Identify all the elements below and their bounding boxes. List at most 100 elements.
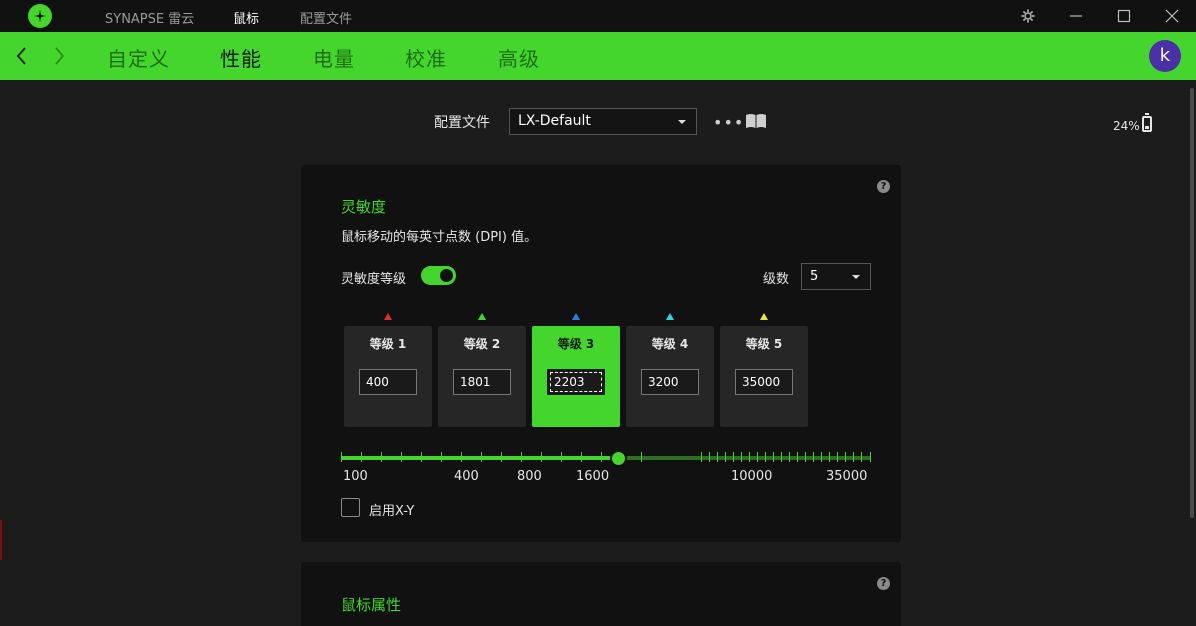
slider-tick bbox=[461, 452, 462, 462]
stage-card-4[interactable]: 等级 4 3200 bbox=[626, 313, 714, 427]
slider-tick bbox=[733, 452, 734, 462]
slider-tick bbox=[805, 452, 806, 462]
stage-card-5[interactable]: 等级 5 35000 bbox=[720, 313, 808, 427]
slider-tick bbox=[561, 452, 562, 462]
close-icon[interactable] bbox=[1162, 6, 1182, 26]
window-edge-accent bbox=[0, 520, 2, 560]
slider-tick bbox=[641, 452, 642, 462]
avatar[interactable]: k bbox=[1149, 40, 1181, 72]
slider-tick bbox=[837, 452, 838, 462]
back-arrow-icon[interactable] bbox=[13, 42, 31, 70]
slider-tick bbox=[741, 452, 742, 462]
stage-4-marker-icon bbox=[666, 313, 674, 320]
slider-tick bbox=[765, 452, 766, 462]
slider-tick bbox=[781, 452, 782, 462]
profile-selected-value: LX-Default bbox=[518, 113, 591, 129]
minimize-icon[interactable] bbox=[1066, 6, 1086, 26]
tab-mouse[interactable]: 鼠标 bbox=[233, 8, 259, 27]
sensitivity-stages-toggle[interactable] bbox=[421, 266, 456, 285]
forward-arrow-icon[interactable] bbox=[50, 42, 68, 70]
slider-label-35000: 35000 bbox=[826, 469, 868, 484]
slider-tick bbox=[845, 452, 846, 462]
slider-tick bbox=[401, 452, 402, 462]
slider-tick bbox=[749, 452, 750, 462]
book-icon[interactable] bbox=[745, 113, 767, 133]
help-icon[interactable]: ? bbox=[877, 180, 890, 193]
slider-tick bbox=[829, 452, 830, 462]
sensitivity-title: 灵敏度 bbox=[341, 198, 387, 216]
gear-icon[interactable] bbox=[1018, 6, 1038, 26]
mouse-properties-title: 鼠标属性 bbox=[341, 596, 402, 614]
slider-tick bbox=[813, 452, 814, 462]
stage-4-dpi-input[interactable]: 3200 bbox=[641, 369, 699, 395]
stage-5-name: 等级 5 bbox=[745, 337, 783, 351]
tab-customize[interactable]: 自定义 bbox=[107, 43, 170, 72]
maximize-icon[interactable] bbox=[1114, 6, 1134, 26]
mouse-properties-card: ? 鼠标属性 bbox=[301, 562, 901, 626]
profile-label: 配置文件 bbox=[434, 115, 490, 131]
slider-tick bbox=[521, 452, 522, 462]
slider-label-800: 800 bbox=[517, 469, 542, 484]
slider-tick bbox=[601, 452, 602, 462]
enable-xy-checkbox[interactable] bbox=[341, 498, 360, 517]
slider-tick bbox=[701, 452, 702, 462]
more-options-icon[interactable]: ••• bbox=[713, 113, 744, 132]
dpi-slider-thumb[interactable] bbox=[610, 450, 627, 467]
slider-tick bbox=[481, 452, 482, 462]
razer-logo-icon[interactable] bbox=[28, 4, 52, 28]
stage-2-name: 等级 2 bbox=[463, 337, 501, 351]
stage-card-2[interactable]: 等级 2 1801 bbox=[438, 313, 526, 427]
slider-tick bbox=[717, 452, 718, 462]
stage-4-name: 等级 4 bbox=[651, 337, 689, 351]
slider-tick bbox=[757, 452, 758, 462]
sensitivity-card: ? 灵敏度 鼠标移动的每英寸点数 (DPI) 值。 灵敏度等级 级数 5 等级 … bbox=[301, 165, 901, 542]
slider-tick bbox=[725, 452, 726, 462]
stage-card-1[interactable]: 等级 1 400 bbox=[344, 313, 432, 427]
nav-bar: 自定义 性能 电量 校准 高级 k bbox=[0, 32, 1196, 80]
stage-1-marker-icon bbox=[384, 313, 392, 320]
stage-1-name: 等级 1 bbox=[369, 337, 407, 351]
title-bar: SYNAPSE 雷云 鼠标 配置文件 bbox=[0, 0, 1196, 32]
slider-tick bbox=[541, 452, 542, 462]
scrollbar-thumb[interactable] bbox=[1190, 88, 1194, 518]
levels-dropdown[interactable]: 5 bbox=[801, 263, 871, 290]
slider-tick bbox=[381, 452, 382, 462]
slider-tick bbox=[341, 452, 342, 462]
levels-selected-value: 5 bbox=[810, 269, 819, 284]
sensitivity-description: 鼠标移动的每英寸点数 (DPI) 值。 bbox=[341, 230, 538, 245]
stage-2-marker-icon bbox=[478, 313, 486, 320]
slider-tick bbox=[853, 452, 854, 462]
tab-performance[interactable]: 性能 bbox=[220, 43, 262, 72]
stage-card-3[interactable]: 等级 3 2203 bbox=[532, 313, 620, 427]
tab-power[interactable]: 电量 bbox=[313, 43, 355, 72]
tab-synapse[interactable]: SYNAPSE 雷云 bbox=[105, 8, 194, 27]
tab-advanced[interactable]: 高级 bbox=[498, 43, 540, 72]
slider-tick bbox=[501, 452, 502, 462]
slider-tick bbox=[361, 452, 362, 462]
stage-2-dpi-input[interactable]: 1801 bbox=[453, 369, 511, 395]
stage-5-marker-icon bbox=[760, 313, 768, 320]
slider-label-400: 400 bbox=[454, 469, 479, 484]
slider-tick bbox=[821, 452, 822, 462]
help-icon[interactable]: ? bbox=[877, 577, 890, 590]
slider-label-10000: 10000 bbox=[731, 469, 773, 484]
tab-profiles[interactable]: 配置文件 bbox=[300, 8, 352, 27]
slider-tick bbox=[441, 452, 442, 462]
scrollbar[interactable] bbox=[1188, 80, 1196, 626]
slider-tick bbox=[421, 452, 422, 462]
stage-1-dpi-input[interactable]: 400 bbox=[359, 369, 417, 395]
stage-5-dpi-input[interactable]: 35000 bbox=[735, 369, 793, 395]
stage-3-dpi-input[interactable]: 2203 bbox=[547, 369, 605, 395]
slider-tick bbox=[709, 452, 710, 462]
slider-label-100: 100 bbox=[343, 469, 368, 484]
tab-calibration[interactable]: 校准 bbox=[405, 43, 447, 72]
stage-3-name: 等级 3 bbox=[557, 337, 595, 351]
battery-icon bbox=[1142, 113, 1152, 132]
slider-tick bbox=[789, 452, 790, 462]
slider-label-1600: 1600 bbox=[576, 469, 610, 484]
slider-tick bbox=[861, 452, 862, 462]
profile-dropdown[interactable]: LX-Default bbox=[509, 108, 697, 135]
levels-label: 级数 bbox=[763, 272, 790, 287]
sensitivity-stages-label: 灵敏度等级 bbox=[341, 272, 407, 287]
slider-tick bbox=[797, 452, 798, 462]
